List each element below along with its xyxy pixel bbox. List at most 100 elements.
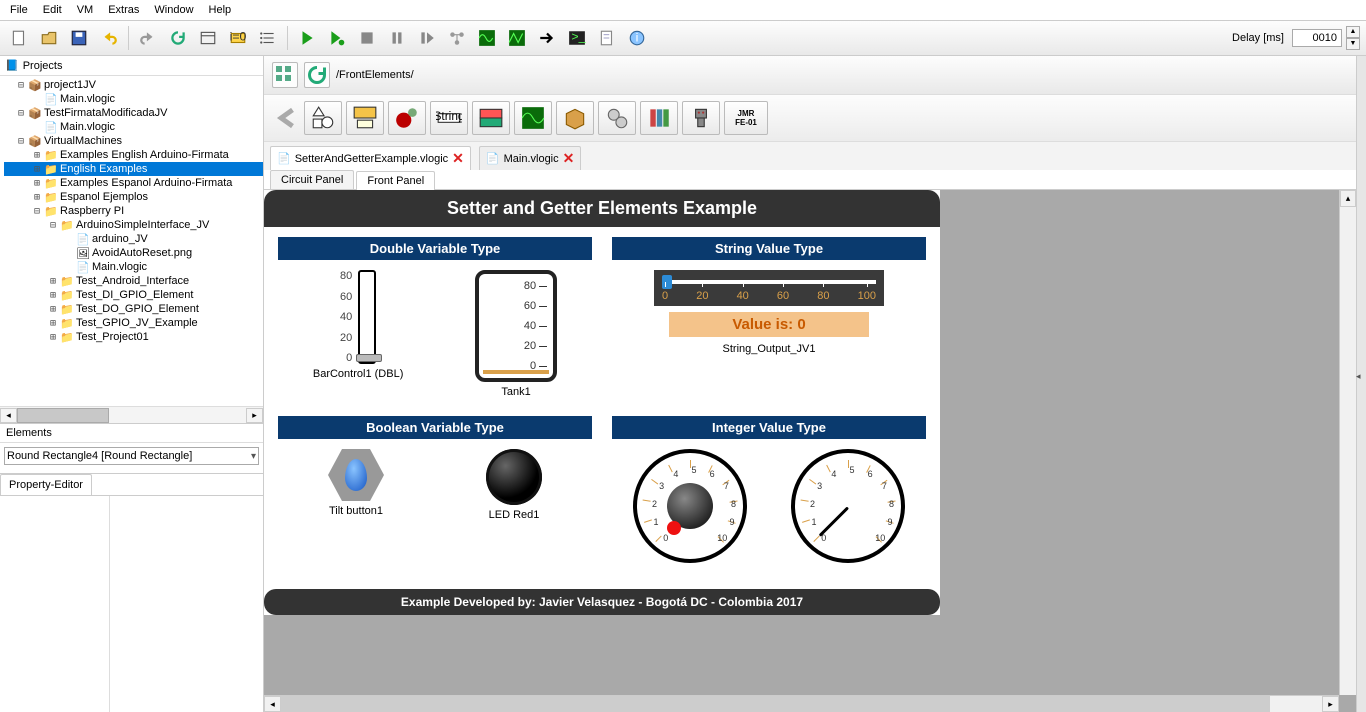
redo-icon[interactable]	[135, 25, 161, 51]
books-icon[interactable]	[640, 101, 678, 135]
file-icon: 📄	[44, 121, 58, 133]
tree-item[interactable]: ⊟📁ArduinoSimpleInterface_JV	[4, 218, 263, 232]
folder-icon: 📁	[44, 191, 58, 203]
close-icon[interactable]: ✕	[563, 150, 575, 167]
tank-widget[interactable]: 80 60 40 20 0 Tank1	[475, 270, 557, 398]
package-icon[interactable]	[556, 101, 594, 135]
refresh2-icon[interactable]	[304, 62, 330, 88]
jmr-fe01-button[interactable]: JMR FE-01	[724, 101, 768, 135]
scope-icon[interactable]	[514, 101, 552, 135]
delay-input[interactable]	[1292, 29, 1342, 47]
back-arrow-icon[interactable]	[272, 101, 300, 135]
file-tab-main[interactable]: 📄 Main.vlogic ✕	[479, 146, 581, 170]
tree-item[interactable]: 🖼AvoidAutoReset.png	[4, 246, 263, 260]
elements-selector[interactable]: Round Rectangle4 [Round Rectangle]	[4, 447, 259, 465]
bar-control-ticks: 80 60 40 20 0	[340, 270, 352, 364]
tilt-button-label: Tilt button1	[329, 505, 383, 517]
tree-item[interactable]: ⊞📁Test_GPIO_JV_Example	[4, 316, 263, 330]
tree-item[interactable]: 📄Main.vlogic	[4, 260, 263, 274]
gears-icon[interactable]	[598, 101, 636, 135]
tree-item[interactable]: ⊞📁Examples Espanol Arduino-Firmata	[4, 176, 263, 190]
tree-item[interactable]: ⊟📁Raspberry PI	[4, 204, 263, 218]
string-slider[interactable]: 0 20 40 60 80 100	[654, 270, 884, 306]
file-tab-label: Main.vlogic	[504, 153, 559, 165]
right-collapse-bar[interactable]	[1356, 56, 1366, 712]
tree-item-label: Test_GPIO_JV_Example	[76, 317, 198, 329]
tab-front-panel[interactable]: Front Panel	[356, 171, 435, 190]
tree-scrollbar[interactable]: ◂▸	[0, 406, 263, 423]
doc-icon[interactable]	[594, 25, 620, 51]
close-icon[interactable]: ✕	[452, 150, 464, 167]
scope1-icon[interactable]	[474, 25, 500, 51]
section-integer-header: Integer Value Type	[612, 416, 926, 439]
tree-item[interactable]: ⊟📦TestFirmataModificadaJV	[4, 106, 263, 120]
variables-icon[interactable]: i=0	[225, 25, 251, 51]
canvas-hscroll[interactable]: ◂▸	[264, 695, 1339, 712]
tree-item[interactable]: 📄arduino_JV	[4, 232, 263, 246]
canvas-vscroll[interactable]: ▴	[1339, 190, 1356, 695]
stop-icon[interactable]	[354, 25, 380, 51]
info-icon[interactable]: i	[624, 25, 650, 51]
grid-icon[interactable]	[272, 62, 298, 88]
menu-vm[interactable]: VM	[71, 2, 100, 18]
tree-item[interactable]: ⊞📁Test_DI_GPIO_Element	[4, 288, 263, 302]
delay-spinner[interactable]: ▲▼	[1346, 26, 1360, 50]
debug-run-icon[interactable]	[324, 25, 350, 51]
property-editor-tab[interactable]: Property-Editor	[0, 474, 92, 495]
pause-icon[interactable]	[384, 25, 410, 51]
tree-item[interactable]: ⊞📁Test_Android_Interface	[4, 274, 263, 288]
canvas-area[interactable]: Setter and Getter Elements Example Doubl…	[264, 190, 1356, 712]
undo-icon[interactable]	[96, 25, 122, 51]
dial-gauge[interactable]: 012345678910	[791, 449, 905, 563]
open-icon[interactable]	[36, 25, 62, 51]
tilt-button-widget[interactable]: Tilt button1	[328, 449, 384, 517]
folder-icon: 📁	[60, 219, 74, 231]
tree-item[interactable]: ⊞📁Test_Project01	[4, 330, 263, 344]
menu-edit[interactable]: Edit	[37, 2, 68, 18]
menu-window[interactable]: Window	[148, 2, 199, 18]
flow-icon[interactable]	[444, 25, 470, 51]
tree-item-label: Main.vlogic	[92, 261, 147, 273]
menu-file[interactable]: File	[4, 2, 34, 18]
list-icon[interactable]	[255, 25, 281, 51]
tree-item[interactable]: ⊞📁Espanol Ejemplos	[4, 190, 263, 204]
robot-icon[interactable]	[682, 101, 720, 135]
tree-item[interactable]: ⊞📁Examples English Arduino-Firmata	[4, 148, 263, 162]
file-tab-setter-getter[interactable]: 📄 SetterAndGetterExample.vlogic ✕	[270, 146, 471, 170]
tree-item[interactable]: ⊞📁Test_DO_GPIO_Element	[4, 302, 263, 316]
shapes-icon[interactable]	[304, 101, 342, 135]
run-icon[interactable]	[294, 25, 320, 51]
window-icon[interactable]	[195, 25, 221, 51]
img-icon: 🖼	[76, 247, 90, 259]
step-icon[interactable]	[414, 25, 440, 51]
section-string: String Value Type 0 20 40 60 80	[612, 237, 926, 408]
tree-item[interactable]: ⊟📦project1JV	[4, 78, 263, 92]
knob-gauge[interactable]: 012345678910	[633, 449, 747, 563]
projects-header: 📘 Projects	[0, 56, 263, 76]
tree-item[interactable]: 📄Main.vlogic	[4, 92, 263, 106]
string-icon[interactable]: String	[430, 101, 468, 135]
tree-item[interactable]: 📄Main.vlogic	[4, 120, 263, 134]
menu-extras[interactable]: Extras	[102, 2, 145, 18]
tree-item[interactable]: ⊟📦VirtualMachines	[4, 134, 263, 148]
section-double: Double Variable Type 80 60 40 20 0	[278, 237, 592, 408]
tree-item[interactable]: ⊞📁English Examples	[4, 162, 263, 176]
project-tree[interactable]: ⊟📦project1JV📄Main.vlogic⊟📦TestFirmataMod…	[0, 76, 263, 406]
new-icon[interactable]	[6, 25, 32, 51]
file-icon: 📄	[277, 152, 291, 165]
pkg-icon: 📦	[28, 79, 42, 91]
terminal-icon[interactable]: >_	[564, 25, 590, 51]
scope2-icon[interactable]	[504, 25, 530, 51]
bar-control-widget[interactable]: 80 60 40 20 0 BarControl1 (DBL)	[313, 270, 403, 380]
ball-icon[interactable]	[388, 101, 426, 135]
svg-text:String: String	[436, 109, 462, 123]
gauge-panel-icon[interactable]	[346, 101, 384, 135]
tab-circuit-panel[interactable]: Circuit Panel	[270, 170, 354, 189]
front-panel: Setter and Getter Elements Example Doubl…	[264, 190, 940, 615]
matrix-icon[interactable]	[472, 101, 510, 135]
arrow-right-icon[interactable]	[534, 25, 560, 51]
menu-help[interactable]: Help	[203, 2, 238, 18]
refresh-icon[interactable]	[165, 25, 191, 51]
save-icon[interactable]	[66, 25, 92, 51]
led-widget[interactable]: LED Red1	[486, 449, 542, 521]
